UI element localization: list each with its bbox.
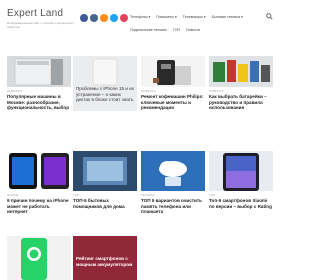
article-card-featured[interactable]: Проблемы с iPhone 15 и их устранение – о… bbox=[73, 56, 137, 111]
article-category: ТОП bbox=[209, 193, 216, 197]
article-category: iPhone bbox=[7, 193, 19, 197]
article-title[interactable]: Ремонт кофемашин Philips: ключевые момен… bbox=[141, 94, 205, 111]
article-card[interactable] bbox=[7, 236, 71, 280]
nav-item-connection[interactable]: Подключение техники bbox=[130, 28, 167, 32]
article-category: ТОП bbox=[73, 193, 80, 197]
article-title[interactable]: Проблемы с iPhone 15 и их устранение – о… bbox=[76, 86, 135, 103]
article-thumbnail[interactable] bbox=[141, 151, 205, 191]
article-card[interactable]: Новости Ремонт кофемашин Philips: ключев… bbox=[141, 56, 205, 111]
article-card[interactable]: iPhone 9 причин почему на iPhone может н… bbox=[7, 151, 71, 215]
article-title[interactable]: ТОП-5 бытовых помощников для дома bbox=[73, 198, 137, 209]
primary-nav: Телефоны ▾ Планшеты ▾ Телевизоры ▾ Бытов… bbox=[130, 15, 243, 19]
article-category: Новости bbox=[7, 89, 22, 93]
article-title[interactable]: Топ-5 смартфонов Xiaomi по версии – выбо… bbox=[209, 198, 273, 209]
nav-item-phones[interactable]: Телефоны ▾ bbox=[130, 15, 150, 19]
article-category: Техника bbox=[141, 193, 155, 197]
article-title[interactable]: Рейтинг смартфонов с мощным аккумуляторо… bbox=[76, 256, 135, 267]
search-icon[interactable] bbox=[266, 13, 273, 20]
article-category: Новости bbox=[209, 89, 224, 93]
article-thumbnail[interactable] bbox=[141, 56, 205, 87]
article-title[interactable]: Популярные машины в Москве: разнообразие… bbox=[7, 94, 71, 111]
instagram-icon[interactable] bbox=[120, 14, 128, 22]
article-thumbnail[interactable] bbox=[7, 56, 71, 87]
nav-item-appliances[interactable]: Бытовая техника ▾ bbox=[212, 15, 243, 19]
nav-item-tvs[interactable]: Телевизоры ▾ bbox=[183, 15, 206, 19]
article-card[interactable]: Новости Популярные машины в Москве: разн… bbox=[7, 56, 71, 111]
site-tagline: Информационный сайт о технике и интересн… bbox=[7, 21, 74, 29]
article-card[interactable]: Техника ТОП 5 вариантов очистить память … bbox=[141, 151, 205, 215]
article-thumbnail[interactable] bbox=[7, 151, 71, 191]
social-links bbox=[80, 14, 128, 22]
odnoklassniki-icon[interactable] bbox=[100, 14, 108, 22]
article-card-featured[interactable]: Рейтинг смартфонов с мощным аккумуляторо… bbox=[73, 236, 137, 280]
nav-item-news[interactable]: Новости bbox=[186, 28, 200, 32]
article-thumbnail[interactable] bbox=[209, 56, 273, 87]
site-header: Expert Land Информационный сайт о техник… bbox=[0, 0, 280, 40]
article-title[interactable]: 9 причин почему на iPhone может не работ… bbox=[7, 198, 71, 215]
article-title[interactable]: ТОП 5 вариантов очистить память телефона… bbox=[141, 198, 205, 215]
article-title[interactable]: Как выбрать батарейки – руководство и пр… bbox=[209, 94, 273, 111]
article-card[interactable]: ТОП Топ-5 смартфонов Xiaomi по версии – … bbox=[209, 151, 273, 209]
site-logo[interactable]: Expert Land bbox=[7, 8, 63, 19]
nav-item-top[interactable]: ТОП bbox=[173, 28, 180, 32]
twitter-icon[interactable] bbox=[110, 14, 118, 22]
vk-icon[interactable] bbox=[90, 14, 98, 22]
article-card[interactable]: Новости Как выбрать батарейки – руководс… bbox=[209, 56, 273, 111]
secondary-nav: Подключение техники ТОП Новости bbox=[130, 28, 200, 32]
article-category: Новости bbox=[141, 89, 156, 93]
article-card[interactable]: ТОП ТОП-5 бытовых помощников для дома bbox=[73, 151, 137, 209]
facebook-icon[interactable] bbox=[80, 14, 88, 22]
nav-item-tablets[interactable]: Планшеты ▾ bbox=[156, 15, 176, 19]
article-thumbnail[interactable] bbox=[73, 151, 137, 191]
article-thumbnail[interactable] bbox=[209, 151, 273, 191]
